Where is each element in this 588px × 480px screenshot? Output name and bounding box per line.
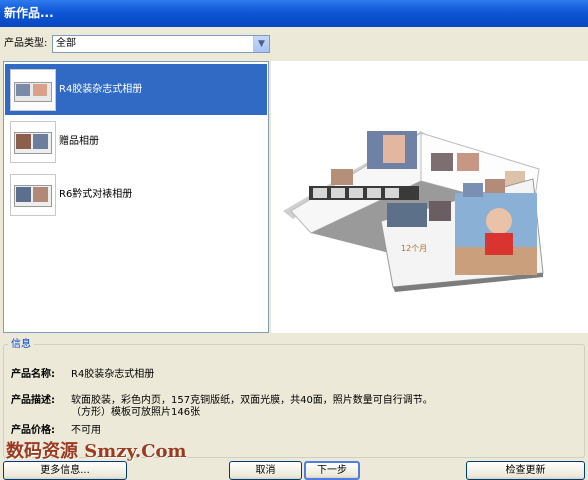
product-name-label: 产品名称:	[11, 369, 55, 380]
check-update-button[interactable]: 检查更新	[466, 461, 585, 480]
more-info-button[interactable]: 更多信息...	[3, 461, 127, 480]
product-type-value: 全部	[56, 38, 76, 49]
album-preview: 12个月	[271, 61, 588, 333]
title-bar: 新作品...	[0, 0, 588, 27]
preview-caption: 12个月	[401, 244, 427, 253]
album-thumbnail	[10, 69, 56, 111]
watermark: 数码资源 Smzy.Com	[6, 441, 187, 462]
product-desc-line2: （方形）模板可放照片146张	[71, 407, 201, 418]
list-item-label: R6黔式对裱相册	[59, 189, 133, 200]
list-item-r4-magazine[interactable]: R4胶装杂志式相册	[5, 64, 267, 115]
product-price-label: 产品价格:	[11, 425, 55, 436]
cancel-button[interactable]: 取消	[229, 461, 302, 480]
window-title: 新作品...	[4, 6, 54, 20]
album-thumbnail	[10, 174, 56, 216]
product-name-value: R4胶装杂志式相册	[71, 369, 155, 380]
next-button[interactable]: 下一步	[304, 461, 360, 480]
product-list[interactable]: R4胶装杂志式相册 赠品相册 R6黔式对裱相册	[3, 61, 269, 333]
product-desc-label: 产品描述:	[11, 395, 55, 406]
list-item-label: 赠品相册	[59, 136, 99, 147]
album-thumbnail	[10, 121, 56, 163]
list-item-gift-album[interactable]: 赠品相册	[5, 116, 267, 167]
album-preview-image: 12个月	[283, 131, 544, 292]
chevron-down-icon[interactable]: ▼	[253, 36, 269, 52]
list-item-r6-mounted[interactable]: R6黔式对裱相册	[5, 169, 267, 220]
info-legend: 信息	[8, 339, 34, 350]
product-price-value: 不可用	[71, 425, 101, 436]
product-type-label: 产品类型:	[4, 38, 48, 49]
list-item-label: R4胶装杂志式相册	[59, 84, 143, 95]
product-type-select[interactable]: 全部 ▼	[52, 35, 270, 53]
